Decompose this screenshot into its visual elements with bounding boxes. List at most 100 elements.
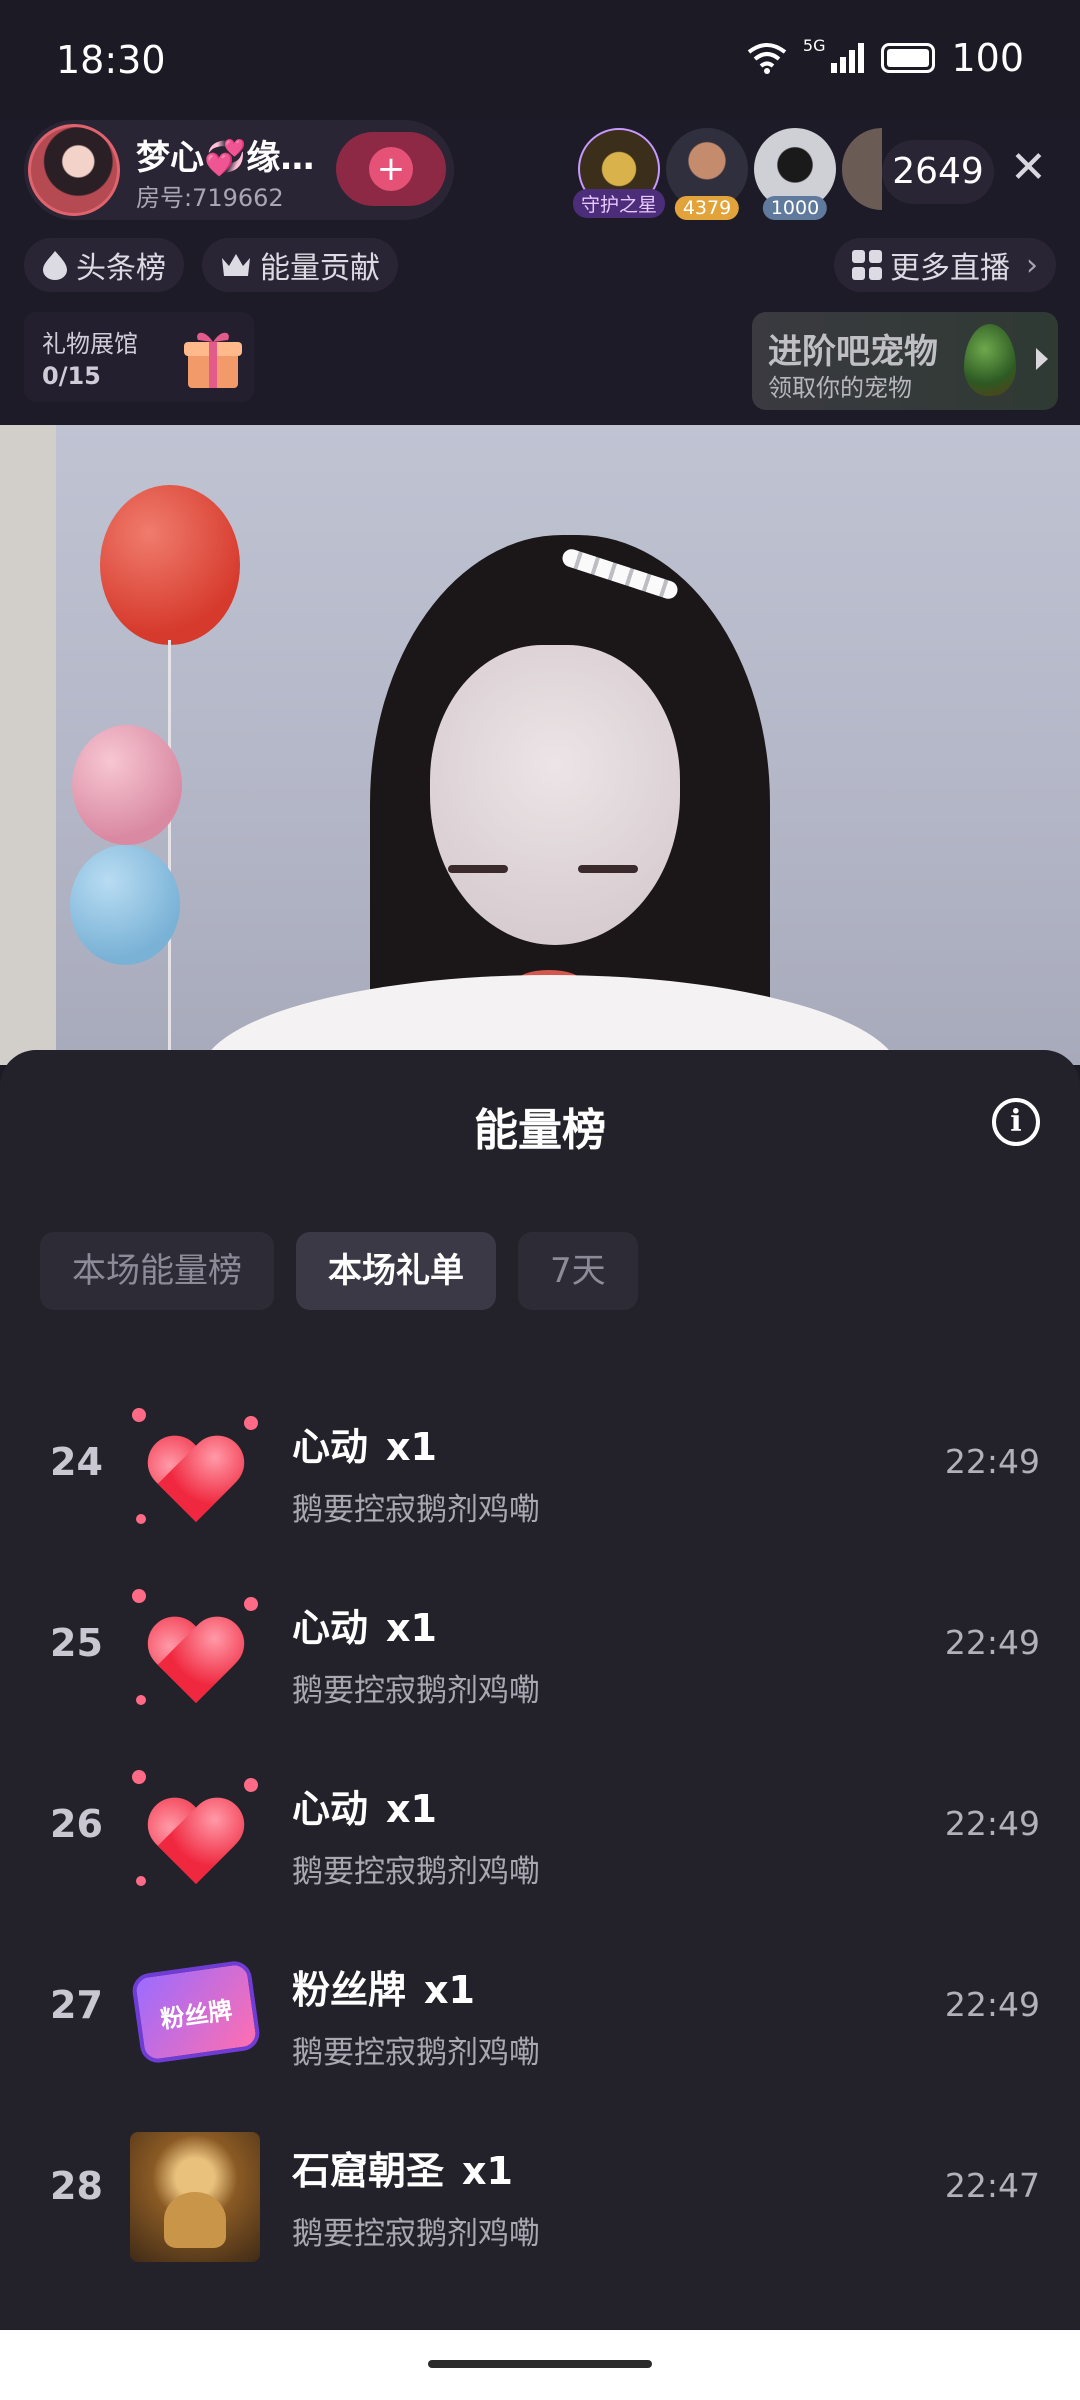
chevron-right-icon: › [1026,247,1038,283]
gift-quantity: x1 [424,1968,475,2012]
balloon-pink [72,725,182,845]
more-live-button[interactable]: 更多直播 › [834,238,1056,292]
flame-icon [43,251,67,280]
sender-name: 鹅要控寂鹅剂鸡嘞 [292,1854,540,1890]
battery-icon [881,43,936,73]
pet-egg-icon [964,324,1016,396]
list-item[interactable]: 27 粉丝牌 粉丝牌 x1 鹅要控寂鹅剂鸡嘞 22:49 [0,1923,1080,2104]
energy-contribution-label: 能量贡献 [260,251,380,286]
gift-name: 心动 [292,1606,369,1650]
tab-session-gifts[interactable]: 本场礼单 [296,1232,496,1310]
sheet-title: 能量榜 [474,1105,606,1156]
gift-pavilion[interactable]: 礼物展馆 0/15 [24,312,254,402]
viewer-avatar[interactable]: 守护之星 [572,128,666,218]
sender-name: 鹅要控寂鹅剂鸡嘞 [292,2216,540,2252]
pet-banner-title: 进阶吧宠物 [768,332,938,372]
gift-pavilion-title: 礼物展馆 [42,330,138,358]
video-wall [0,425,56,1065]
plus-icon: + [369,147,413,191]
live-room-screen: 18:30 5G 100 梦心💞缘… 房号:719662 + 守护之星 4379… [0,0,1080,2400]
wifi-icon [747,43,787,74]
balloon-red [100,485,240,645]
gift-quantity: x1 [386,1787,437,1831]
balloon-string [168,640,171,1060]
sender-name: 鹅要控寂鹅剂鸡嘞 [292,2035,540,2071]
gift-name: 心动 [292,1425,369,1469]
gift-box-icon [184,332,242,388]
rank-number: 27 [50,1983,103,2027]
network-label: 5G [802,36,826,55]
signal-icon [831,43,865,73]
list-item[interactable]: 28 石窟朝圣 x1 鹅要控寂鹅剂鸡嘞 22:47 [0,2104,1080,2285]
viewer-tag: 守护之星 [572,189,666,218]
info-icon[interactable]: i [992,1098,1040,1146]
live-video[interactable] [0,425,1080,1065]
home-indicator[interactable] [428,2360,652,2368]
top-viewers: 守护之星 4379 1000 [572,128,888,220]
balloon-blue [70,845,180,965]
list-item[interactable]: 25 心动 x1 鹅要控寂鹅剂鸡嘞 22:49 [0,1561,1080,1742]
streamer-face [430,645,680,945]
gift-quantity: x1 [386,1606,437,1650]
host-name: 梦心💞缘… [136,138,315,178]
more-live-label: 更多直播 [890,251,1010,286]
viewer-avatar[interactable] [842,128,882,210]
pet-banner-subtitle: 领取你的宠物 [768,374,912,402]
close-icon[interactable]: ✕ [1010,146,1047,190]
pet-banner[interactable]: 进阶吧宠物 领取你的宠物 [752,312,1058,410]
viewer-count-button[interactable]: 2649 [882,140,994,204]
viewer-tag: 1000 [762,196,828,220]
heart-icon [126,1583,264,1721]
gift-time: 22:47 [944,2166,1040,2205]
sheet-tabs: 本场能量榜 本场礼单 7天 [40,1232,638,1310]
follow-button[interactable]: + [336,132,446,206]
energy-contribution-button[interactable]: 能量贡献 [202,238,398,292]
viewer-avatar[interactable]: 4379 [666,128,748,220]
headline-rank-button[interactable]: 头条榜 [24,238,184,292]
heart-icon [126,1764,264,1902]
host-avatar[interactable] [28,124,120,216]
list-item[interactable]: 26 心动 x1 鹅要控寂鹅剂鸡嘞 22:49 [0,1742,1080,1923]
sender-name: 鹅要控寂鹅剂鸡嘞 [292,1492,540,1528]
status-time: 18:30 [56,38,166,82]
gift-name: 石窟朝圣 [292,2149,445,2193]
host-card[interactable]: 梦心💞缘… 房号:719662 + [24,120,454,220]
gift-time: 22:49 [944,1985,1040,2024]
sender-name: 鹅要控寂鹅剂鸡嘞 [292,1673,540,1709]
streamer-eye [448,865,508,873]
gift-name: 心动 [292,1787,369,1831]
grid-icon [852,250,882,280]
gift-list: 24 心动 x1 鹅要控寂鹅剂鸡嘞 22:49 25 心动 x1 鹅要控寂鹅剂鸡嘞 … [0,1380,1080,2285]
tab-session-energy[interactable]: 本场能量榜 [40,1232,274,1310]
gift-pavilion-progress: 0/15 [42,362,101,390]
list-item[interactable]: 24 心动 x1 鹅要控寂鹅剂鸡嘞 22:49 [0,1380,1080,1561]
gift-quantity: x1 [462,2149,513,2193]
streamer-eye [578,865,638,873]
fan-badge-label: 粉丝牌 [130,1959,262,2065]
gift-quantity: x1 [386,1425,437,1469]
status-icons: 5G 100 [747,36,1024,80]
rank-number: 24 [50,1440,103,1484]
tab-7-days[interactable]: 7天 [518,1232,638,1310]
live-header: 梦心💞缘… 房号:719662 + 守护之星 4379 1000 2649 ✕ … [0,120,1080,425]
rank-number: 26 [50,1802,103,1846]
rank-number: 25 [50,1621,103,1665]
battery-level: 100 [951,36,1024,80]
crown-icon [222,254,250,276]
energy-rank-sheet: 能量榜 i 本场能量榜 本场礼单 7天 24 心动 x1 鹅要控寂鹅剂鸡嘞 22:… [0,1050,1080,2330]
heart-icon [126,1402,264,1540]
buddha-statue-icon [126,2126,264,2264]
viewer-avatar[interactable]: 1000 [754,128,836,220]
viewer-tag: 4379 [674,196,740,220]
gift-time: 22:49 [944,1442,1040,1481]
gift-time: 22:49 [944,1804,1040,1843]
rank-number: 28 [50,2164,103,2208]
rank-links: 头条榜 能量贡献 [24,238,398,292]
play-arrow-icon [1036,348,1048,370]
fan-badge-icon: 粉丝牌 [126,1945,264,2083]
gesture-bar [0,2330,1080,2400]
status-bar: 18:30 5G 100 [0,0,1080,120]
gift-time: 22:49 [944,1623,1040,1662]
room-id: 房号:719662 [136,184,284,212]
gift-name: 粉丝牌 [292,1968,407,2012]
